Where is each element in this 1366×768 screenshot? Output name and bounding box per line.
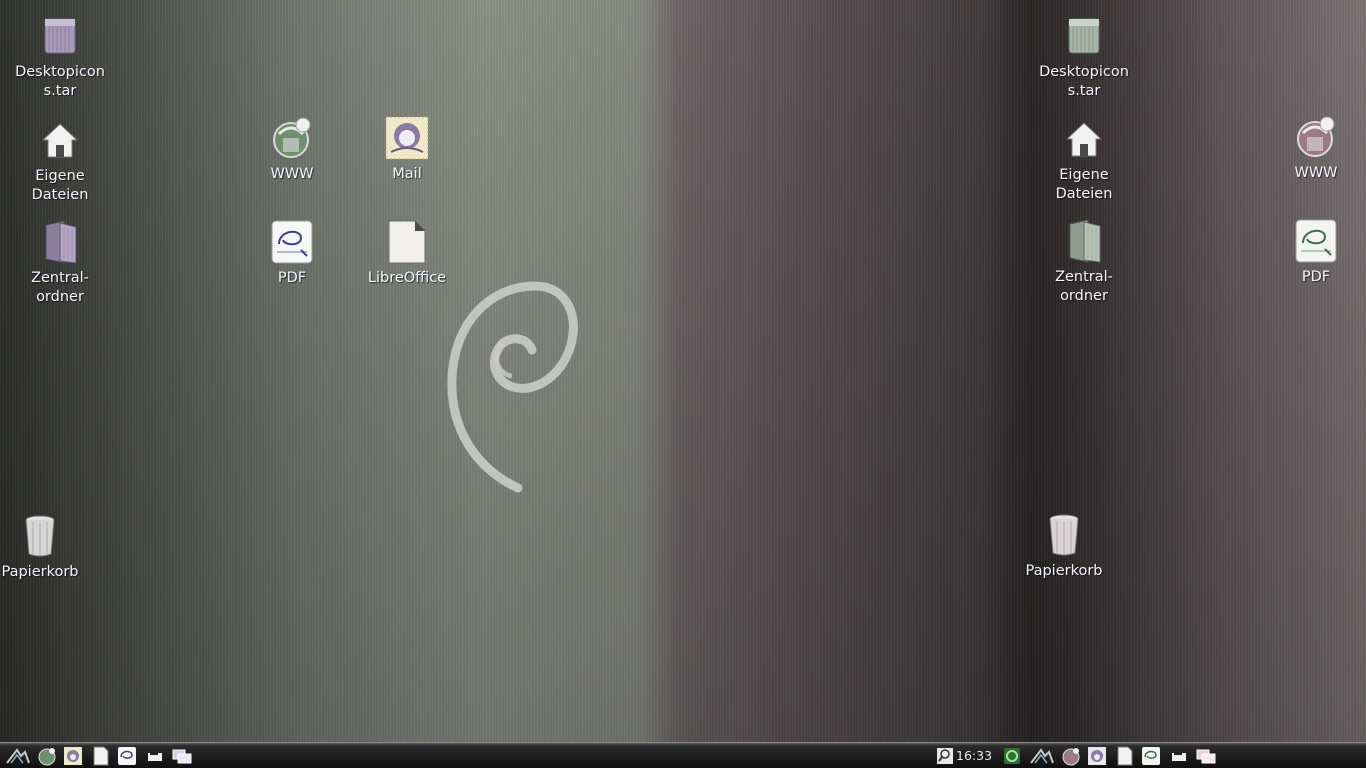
mail-icon[interactable] — [1086, 745, 1108, 767]
desktop-icon-label: WWW — [270, 166, 314, 182]
desktop-icon-label: Desktopicon s.tar — [15, 64, 105, 99]
desktop-icon-zentral-ordner-right[interactable]: Zentral- ordner — [1029, 217, 1139, 306]
home-icon — [1061, 115, 1107, 163]
document-icon — [384, 218, 430, 266]
mail-icon[interactable] — [62, 745, 84, 767]
windows-icon[interactable] — [170, 745, 194, 767]
desktop-icon-label: WWW — [1294, 165, 1338, 181]
pdf-icon — [1293, 217, 1339, 265]
document-icon[interactable] — [90, 745, 112, 767]
desktop-icon-pdf-right[interactable]: PDF — [1261, 217, 1366, 287]
desktop-icon-desktopicons-tar[interactable]: Desktopicon s.tar — [5, 12, 115, 101]
desktop-icon-label: Desktopicon s.tar — [1039, 64, 1129, 99]
desktop-icon-label: LibreOffice — [367, 270, 447, 286]
desktop-icon-papierkorb-right[interactable]: Papierkorb — [1009, 511, 1119, 581]
trash-icon — [17, 512, 63, 560]
mail-icon — [384, 114, 430, 162]
search-icon[interactable] — [934, 745, 956, 767]
menu-icon[interactable] — [4, 745, 32, 767]
desktop-icon-www[interactable]: WWW — [237, 114, 347, 184]
trash-icon — [1041, 511, 1087, 559]
show-desktop-icon[interactable] — [1168, 745, 1190, 767]
desktop-icon-pdf[interactable]: PDF — [237, 218, 347, 288]
pdf-icon[interactable] — [1140, 745, 1162, 767]
desktop-icon-label: PDF — [1301, 269, 1331, 285]
desktop-icon-eigene-dateien-right[interactable]: Eigene Dateien — [1029, 115, 1139, 204]
desktop-icon-libreoffice[interactable]: LibreOffice — [352, 218, 462, 288]
folder-icon — [1061, 217, 1107, 265]
menu-icon[interactable] — [1028, 745, 1056, 767]
browser-icon — [269, 114, 315, 162]
clock[interactable]: 16:33 — [956, 745, 992, 767]
browser-icon — [1293, 113, 1339, 161]
debian-swirl-logo — [447, 281, 578, 493]
document-icon[interactable] — [1114, 745, 1136, 767]
folder-icon — [37, 218, 83, 266]
desktop-icon-label: Zentral- ordner — [1055, 269, 1113, 304]
desktop-background — [0, 0, 1366, 742]
network-icon[interactable] — [1001, 745, 1023, 767]
desktop-icon-papierkorb[interactable]: Papierkorb — [0, 512, 95, 582]
archive-icon — [37, 12, 83, 60]
desktop-icon-label: Zentral- ordner — [31, 270, 89, 305]
desktop-icon-label: Papierkorb — [1025, 563, 1103, 579]
desktop-icon-www-right[interactable]: WWW — [1261, 113, 1366, 183]
pdf-icon — [269, 218, 315, 266]
show-desktop-icon[interactable] — [144, 745, 166, 767]
desktop-icon-label: PDF — [277, 270, 307, 286]
browser-icon[interactable] — [1060, 745, 1082, 767]
desktop-icon-eigene-dateien[interactable]: Eigene Dateien — [5, 116, 115, 205]
desktop-icon-label: Papierkorb — [1, 564, 79, 580]
browser-icon[interactable] — [36, 745, 58, 767]
desktop-icon-label: Mail — [392, 166, 422, 182]
archive-icon — [1061, 12, 1107, 60]
pdf-icon[interactable] — [116, 745, 138, 767]
windows-icon[interactable] — [1194, 745, 1218, 767]
home-icon — [37, 116, 83, 164]
desktop-icon-zentral-ordner[interactable]: Zentral- ordner — [5, 218, 115, 307]
desktop-icon-mail[interactable]: Mail — [352, 114, 462, 184]
taskbar: 16:33 — [0, 742, 1366, 768]
desktop-icon-desktopicons-tar-right[interactable]: Desktopicon s.tar — [1029, 12, 1139, 101]
desktop-icon-label: Eigene Dateien — [1055, 167, 1113, 202]
desktop-icon-label: Eigene Dateien — [31, 168, 89, 203]
